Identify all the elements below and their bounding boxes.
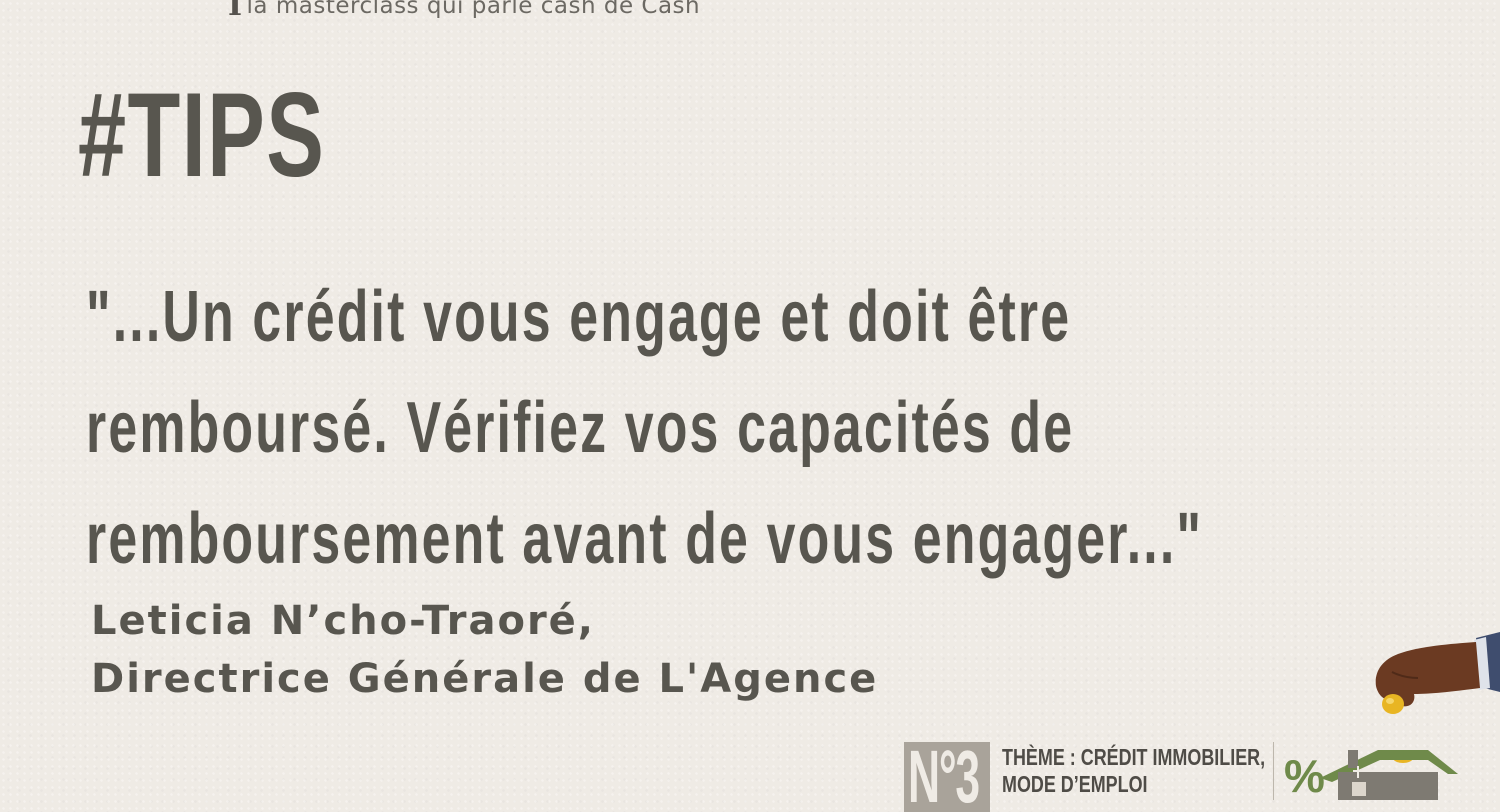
- theme-line-2: MODE D’EMPLOI: [1002, 771, 1148, 797]
- coin-icon: [1382, 694, 1404, 714]
- chimney-icon: [1348, 750, 1358, 768]
- tagline-text: la masterclass qui parle cash de Cash: [246, 0, 701, 19]
- page-title: #TIPS: [78, 68, 326, 202]
- hand-coin-house-illustration: %: [1284, 632, 1500, 800]
- house-window-icon: [1352, 782, 1366, 796]
- percent-icon: %: [1284, 750, 1325, 800]
- quote-line-2: remboursé. Vérifiez vos capacités de: [86, 388, 1075, 468]
- author-name: Leticia N’cho-Traoré,: [91, 598, 595, 644]
- footer-divider: [1273, 742, 1274, 800]
- quote-block: "...Un crédit vous engage et doit être r…: [86, 262, 1203, 595]
- header-tagline: Ila masterclass qui parle cash de Cash: [228, 0, 700, 21]
- episode-number: N°3: [908, 742, 980, 812]
- theme-label: THÈME : CRÉDIT IMMOBILIER, MODE D’EMPLOI: [1002, 744, 1265, 798]
- quote-line-1: "...Un crédit vous engage et doit être: [86, 277, 1072, 357]
- author-role: Directrice Générale de L'Agence: [91, 656, 879, 702]
- theme-line-1: THÈME : CRÉDIT IMMOBILIER,: [1002, 744, 1266, 770]
- author-attribution: Leticia N’cho-Traoré, Directrice Général…: [91, 592, 878, 708]
- quote-line-3: remboursement avant de vous engager...": [86, 499, 1204, 579]
- coin-highlight: [1386, 698, 1394, 704]
- episode-badge: N°3: [904, 742, 990, 812]
- logo-mark-icon: I: [228, 0, 243, 23]
